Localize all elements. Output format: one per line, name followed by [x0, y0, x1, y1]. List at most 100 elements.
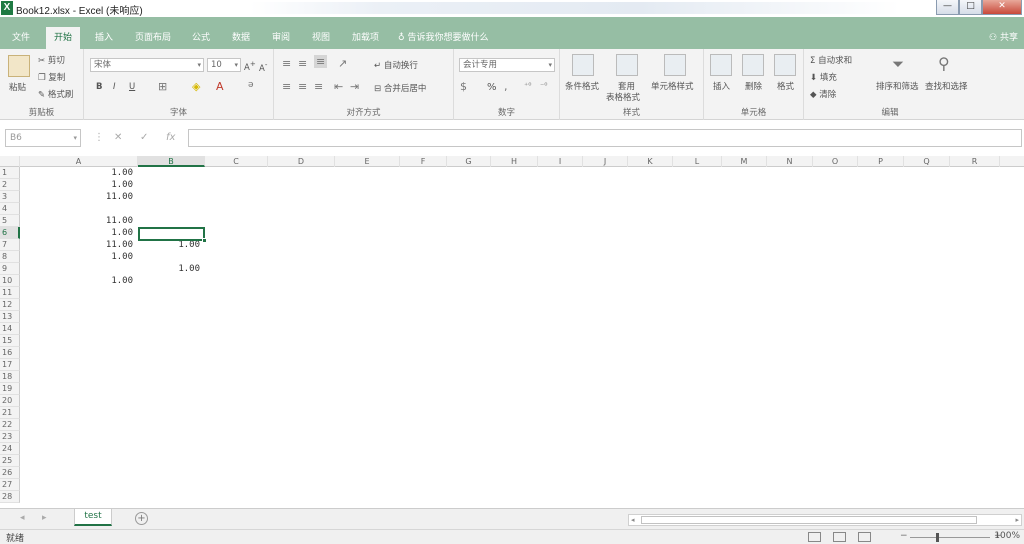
row-header-8[interactable]: 8: [0, 251, 20, 263]
font-color-icon[interactable]: A: [216, 80, 224, 93]
scroll-thumb[interactable]: [641, 516, 977, 524]
cell-a10[interactable]: 1.00: [20, 275, 133, 287]
row-header-12[interactable]: 12: [0, 299, 20, 311]
conditional-format-button[interactable]: 条件格式: [565, 80, 599, 92]
paste-button[interactable]: 粘贴: [9, 81, 26, 93]
tab-formulas[interactable]: 公式: [184, 27, 218, 49]
row-header-21[interactable]: 21: [0, 407, 20, 419]
row-header-9[interactable]: 9: [0, 263, 20, 275]
row-header-17[interactable]: 17: [0, 359, 20, 371]
cancel-icon[interactable]: ✕: [114, 132, 122, 143]
row-header-27[interactable]: 27: [0, 479, 20, 491]
align-bottom-icon[interactable]: ≡: [314, 55, 328, 68]
cell-a8[interactable]: 1.00: [20, 251, 133, 263]
decrease-decimal-icon[interactable]: ⁻⁰: [540, 81, 547, 90]
format-cells-button[interactable]: 格式: [777, 80, 794, 92]
row-header-24[interactable]: 24: [0, 443, 20, 455]
tab-insert[interactable]: 插入: [87, 27, 121, 49]
name-box[interactable]: B6 ▾: [5, 129, 81, 147]
cut-button[interactable]: ✂ 剪切: [38, 54, 65, 66]
row-header-15[interactable]: 15: [0, 335, 20, 347]
sheet-tab-test[interactable]: test: [74, 509, 112, 526]
row-header-19[interactable]: 19: [0, 383, 20, 395]
bold-button[interactable]: B: [96, 82, 102, 92]
align-middle-icon[interactable]: ≡: [298, 57, 307, 70]
tab-page-layout[interactable]: 页面布局: [127, 27, 179, 49]
row-header-5[interactable]: 5: [0, 215, 20, 227]
font-size-select[interactable]: 10 ▾: [207, 58, 241, 72]
column-header-r[interactable]: R: [950, 156, 1000, 167]
merge-center-button[interactable]: ⊟ 合并后居中: [374, 82, 426, 94]
format-painter-button[interactable]: ✎ 格式刷: [38, 88, 73, 100]
column-header-k[interactable]: K: [628, 156, 673, 167]
fill-handle[interactable]: [202, 238, 207, 243]
column-header-p[interactable]: P: [858, 156, 904, 167]
row-header-7[interactable]: 7: [0, 239, 20, 251]
cell-a3[interactable]: 11.00: [20, 191, 133, 203]
row-header-14[interactable]: 14: [0, 323, 20, 335]
cell-a5[interactable]: 11.00: [20, 215, 133, 227]
insert-function-button[interactable]: fx: [166, 132, 175, 143]
cell-a6[interactable]: 1.00: [20, 227, 133, 239]
row-header-2[interactable]: 2: [0, 179, 20, 191]
row-header-26[interactable]: 26: [0, 467, 20, 479]
autosum-button[interactable]: Σ 自动求和: [810, 54, 852, 66]
cell-styles-button[interactable]: 单元格样式: [651, 80, 694, 92]
align-right-icon[interactable]: ≡: [314, 80, 323, 93]
zoom-slider[interactable]: [910, 537, 990, 538]
page-layout-view-icon[interactable]: [833, 532, 846, 542]
tab-view[interactable]: 视图: [304, 27, 338, 49]
share-button[interactable]: ⚇ 共享: [989, 27, 1018, 49]
row-header-22[interactable]: 22: [0, 419, 20, 431]
prev-sheet-icon[interactable]: ◂: [20, 513, 25, 523]
row-header-23[interactable]: 23: [0, 431, 20, 443]
cell-a1[interactable]: 1.00: [20, 167, 133, 179]
underline-button[interactable]: U: [129, 82, 135, 92]
align-left-icon[interactable]: ≡: [282, 80, 291, 93]
insert-cells-button[interactable]: 插入: [713, 80, 730, 92]
row-header-4[interactable]: 4: [0, 203, 20, 215]
copy-button[interactable]: ❐ 复制: [38, 71, 65, 83]
accounting-format-icon[interactable]: $: [460, 80, 467, 93]
zoom-slider-knob[interactable]: [936, 533, 939, 542]
comma-style-icon[interactable]: ,: [504, 80, 508, 93]
decrease-indent-icon[interactable]: ⇤: [334, 80, 343, 93]
horizontal-scrollbar[interactable]: ◂ ▸: [628, 514, 1022, 526]
tab-review[interactable]: 审阅: [264, 27, 298, 49]
align-center-icon[interactable]: ≡: [298, 80, 307, 93]
zoom-out-button[interactable]: −: [900, 531, 908, 541]
column-header-e[interactable]: E: [335, 156, 400, 167]
grow-font-button[interactable]: A+: [244, 59, 256, 73]
clear-button[interactable]: ◆ 清除: [810, 88, 836, 100]
tab-data[interactable]: 数据: [224, 27, 258, 49]
row-header-25[interactable]: 25: [0, 455, 20, 467]
sort-filter-button[interactable]: 排序和筛选: [876, 80, 919, 92]
border-icon[interactable]: ⊞: [158, 80, 167, 93]
column-header-g[interactable]: G: [447, 156, 491, 167]
row-header-18[interactable]: 18: [0, 371, 20, 383]
row-header-1[interactable]: 1: [0, 167, 20, 179]
row-header-16[interactable]: 16: [0, 347, 20, 359]
enter-icon[interactable]: ✓: [140, 132, 148, 143]
cell-a2[interactable]: 1.00: [20, 179, 133, 191]
column-header-d[interactable]: D: [268, 156, 335, 167]
column-header-m[interactable]: M: [722, 156, 767, 167]
selected-cell-highlight[interactable]: [138, 227, 207, 243]
minimize-button[interactable]: —: [936, 0, 959, 15]
normal-view-icon[interactable]: [808, 532, 821, 542]
row-header-28[interactable]: 28: [0, 491, 20, 503]
tab-home[interactable]: 开始: [46, 27, 81, 49]
row-header-6[interactable]: 6: [0, 227, 20, 239]
cell-b9[interactable]: 1.00: [138, 263, 200, 275]
row-header-10[interactable]: 10: [0, 275, 20, 287]
percent-button[interactable]: %: [487, 82, 497, 93]
maximize-button[interactable]: □: [959, 0, 982, 15]
select-all-corner[interactable]: [0, 156, 20, 167]
italic-button[interactable]: I: [113, 82, 116, 92]
add-sheet-button[interactable]: +: [135, 512, 148, 525]
increase-decimal-icon[interactable]: ⁺⁰: [524, 81, 531, 90]
column-header-j[interactable]: J: [583, 156, 628, 167]
column-header-b[interactable]: B: [138, 156, 205, 167]
column-header-h[interactable]: H: [491, 156, 538, 167]
column-header-o[interactable]: O: [813, 156, 858, 167]
